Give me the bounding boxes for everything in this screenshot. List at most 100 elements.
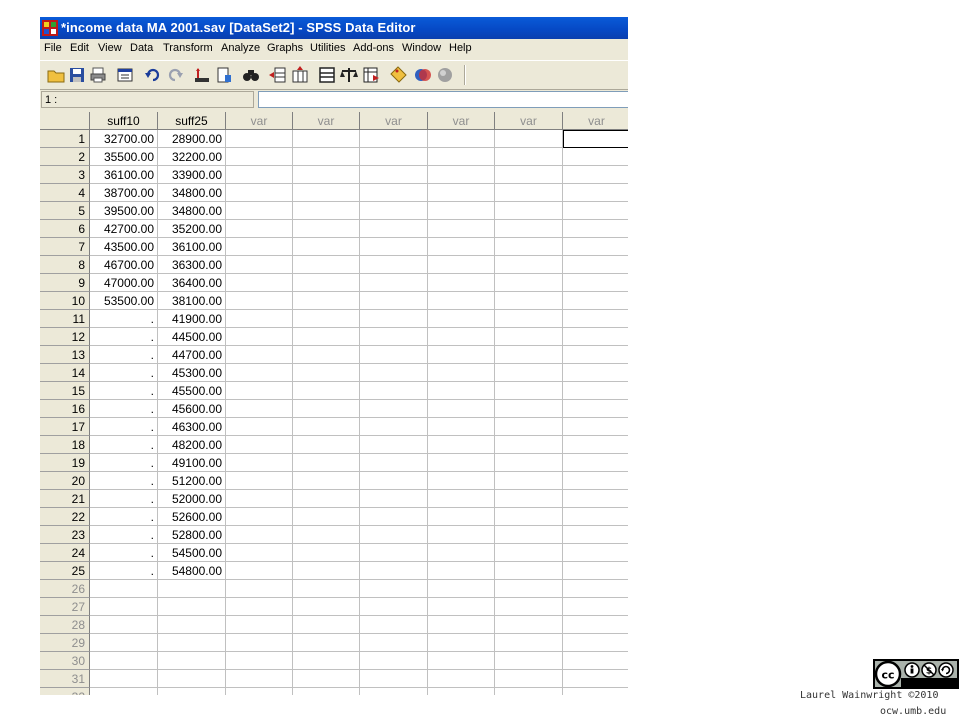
empty-cell[interactable] [563,184,628,202]
cell-suff10[interactable]: 35500.00 [90,148,158,166]
empty-cell[interactable] [563,562,628,580]
empty-cell[interactable] [360,400,428,418]
empty-cell[interactable] [495,346,563,364]
cell-suff25[interactable] [158,598,226,616]
empty-cell[interactable] [226,526,293,544]
row-header[interactable]: 26 [40,580,90,598]
menu-analyze[interactable]: Analyze [221,42,260,54]
cell-suff25[interactable]: 41900.00 [158,310,226,328]
empty-cell[interactable] [293,346,360,364]
empty-cell[interactable] [495,544,563,562]
empty-cell[interactable] [563,148,628,166]
empty-cell[interactable] [293,490,360,508]
menu-transform[interactable]: Transform [163,42,213,54]
empty-cell[interactable] [226,418,293,436]
empty-cell[interactable] [293,472,360,490]
menu-edit[interactable]: Edit [70,42,89,54]
cell-suff25[interactable]: 54800.00 [158,562,226,580]
cell-suff25[interactable]: 38100.00 [158,292,226,310]
cell-suff25[interactable]: 34800.00 [158,184,226,202]
grid-corner[interactable] [40,112,90,130]
empty-cell[interactable] [360,436,428,454]
empty-cell[interactable] [360,292,428,310]
variables-icon[interactable] [215,66,233,84]
column-header-suff25[interactable]: suff25 [158,112,226,130]
menu-graphs[interactable]: Graphs [267,42,303,54]
empty-cell[interactable] [495,616,563,634]
cell-suff25[interactable]: 44700.00 [158,346,226,364]
cell-suff10[interactable]: . [90,382,158,400]
empty-cell[interactable] [495,436,563,454]
empty-cell[interactable] [495,526,563,544]
empty-cell[interactable] [226,670,293,688]
empty-cell[interactable] [428,292,495,310]
empty-cell[interactable] [360,184,428,202]
empty-cell[interactable] [428,400,495,418]
cell-suff10[interactable]: . [90,310,158,328]
empty-cell[interactable] [293,382,360,400]
empty-cell[interactable] [226,688,293,695]
empty-cell[interactable] [293,562,360,580]
use-sets-icon[interactable] [414,66,432,84]
empty-cell[interactable] [293,634,360,652]
empty-cell[interactable] [428,436,495,454]
cell-suff25[interactable]: 36300.00 [158,256,226,274]
row-header[interactable]: 20 [40,472,90,490]
column-header-empty-var[interactable]: var [495,112,563,130]
empty-cell[interactable] [226,454,293,472]
empty-cell[interactable] [293,184,360,202]
empty-cell[interactable] [226,130,293,148]
empty-cell[interactable] [428,544,495,562]
empty-cell[interactable] [226,310,293,328]
empty-cell[interactable] [563,364,628,382]
cell-suff10[interactable] [90,616,158,634]
row-header[interactable]: 1 [40,130,90,148]
row-header[interactable]: 24 [40,544,90,562]
empty-cell[interactable] [226,328,293,346]
empty-cell[interactable] [226,490,293,508]
empty-cell[interactable] [563,328,628,346]
empty-cell[interactable] [563,490,628,508]
cell-suff25[interactable]: 48200.00 [158,436,226,454]
cell-suff10[interactable]: 53500.00 [90,292,158,310]
empty-cell[interactable] [563,418,628,436]
empty-cell[interactable] [495,364,563,382]
cell-suff10[interactable]: . [90,436,158,454]
empty-cell[interactable] [293,292,360,310]
cell-suff10[interactable]: . [90,472,158,490]
empty-cell[interactable] [360,418,428,436]
empty-cell[interactable] [293,526,360,544]
show-all-icon[interactable] [436,66,454,84]
empty-cell[interactable] [360,670,428,688]
empty-cell[interactable] [495,148,563,166]
empty-cell[interactable] [563,256,628,274]
empty-cell[interactable] [293,616,360,634]
empty-cell[interactable] [495,220,563,238]
cell-suff10[interactable]: 46700.00 [90,256,158,274]
empty-cell[interactable] [428,526,495,544]
cell-suff10[interactable]: . [90,418,158,436]
empty-cell[interactable] [226,436,293,454]
menu-add-ons[interactable]: Add-ons [353,42,394,54]
empty-cell[interactable] [428,490,495,508]
row-header[interactable]: 17 [40,418,90,436]
empty-cell[interactable] [495,508,563,526]
empty-cell[interactable] [428,184,495,202]
empty-cell[interactable] [428,220,495,238]
weight-cases-icon[interactable] [340,66,358,84]
empty-cell[interactable] [360,598,428,616]
empty-cell[interactable] [563,544,628,562]
empty-cell[interactable] [495,328,563,346]
cell-suff25[interactable] [158,652,226,670]
empty-cell[interactable] [495,562,563,580]
empty-cell[interactable] [360,652,428,670]
cell-suff10[interactable]: 32700.00 [90,130,158,148]
cell-suff25[interactable]: 35200.00 [158,220,226,238]
cell-suff25[interactable] [158,688,226,695]
insert-variable-icon[interactable] [291,66,309,84]
empty-cell[interactable] [563,220,628,238]
empty-cell[interactable] [226,598,293,616]
empty-cell[interactable] [563,652,628,670]
row-header[interactable]: 15 [40,382,90,400]
empty-cell[interactable] [293,598,360,616]
